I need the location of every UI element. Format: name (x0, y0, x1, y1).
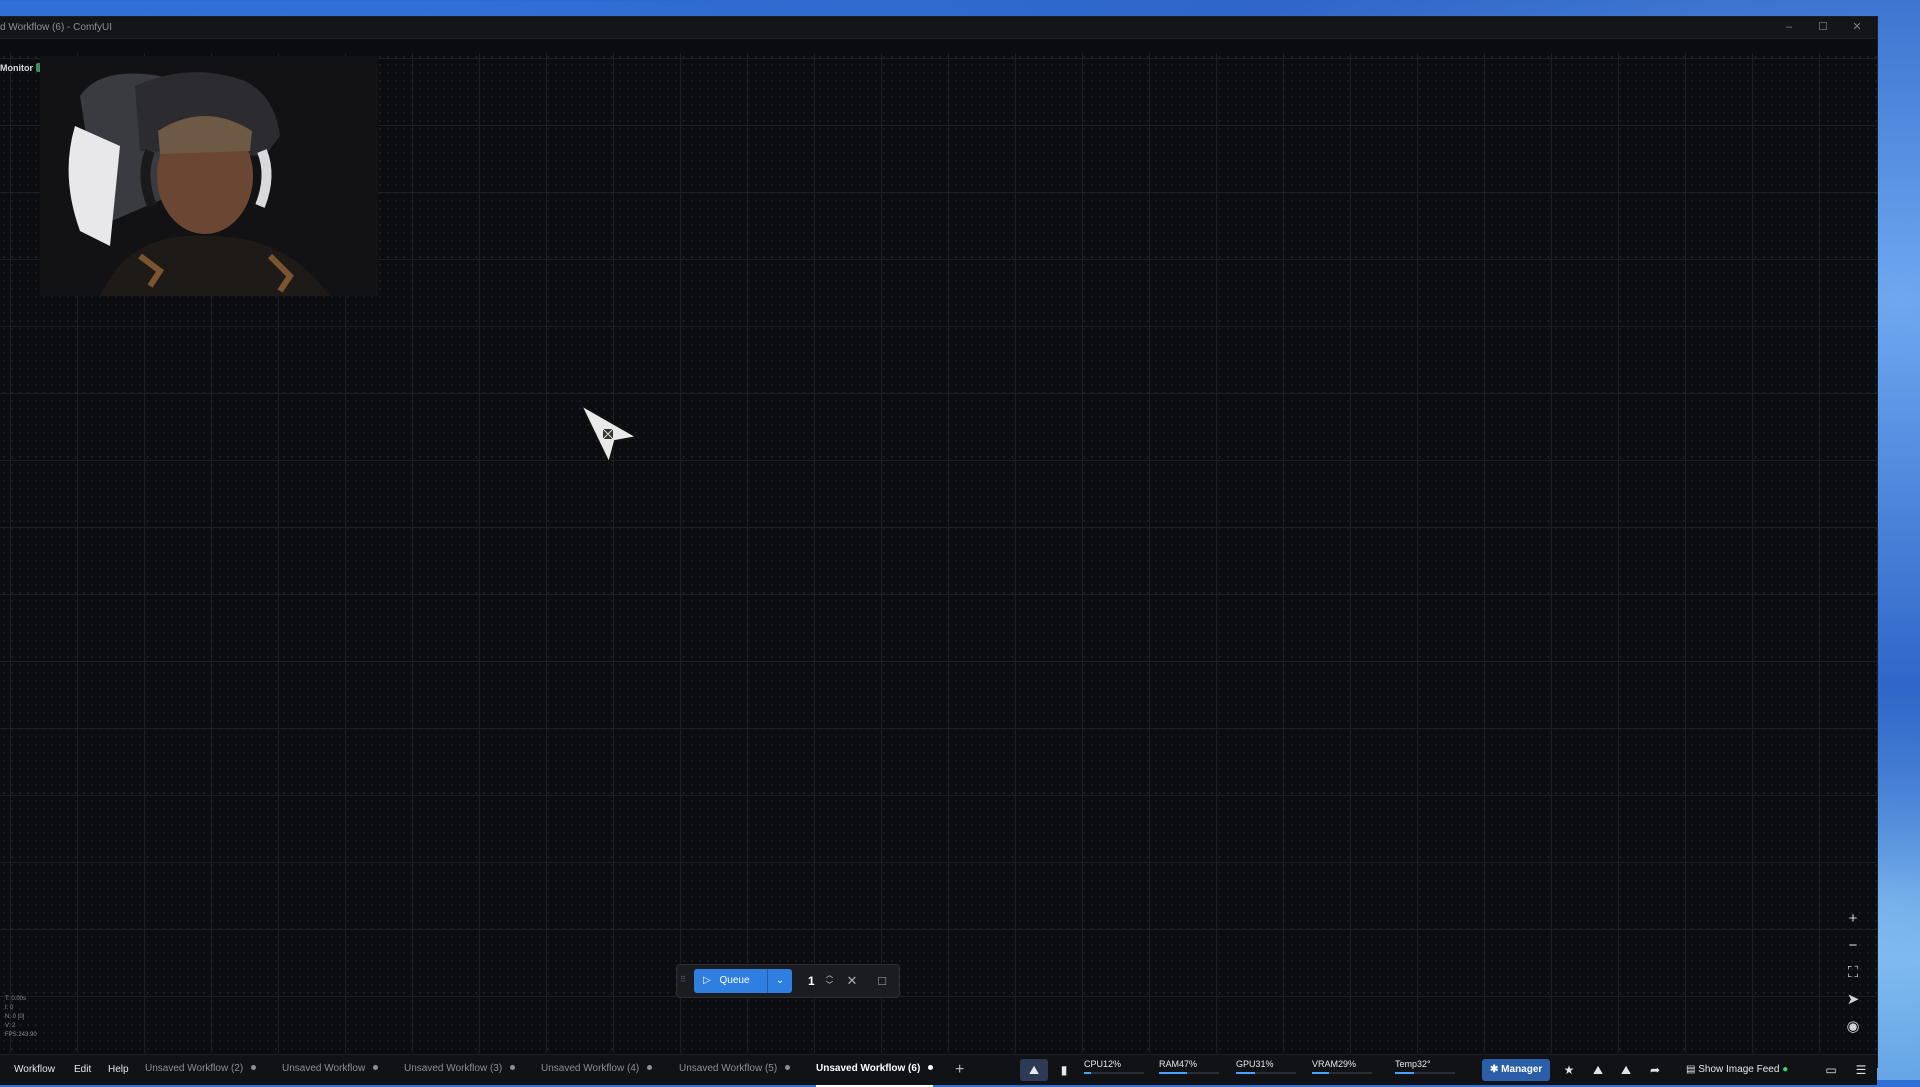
tab-label: Unsaved Workflow (3) (404, 1063, 503, 1074)
show-image-feed-toggle[interactable]: ▤ Show Image Feed ● (1686, 1059, 1788, 1081)
batch-count-input[interactable]: 1 ︿ ﹀ (800, 969, 835, 993)
monitor-label: Monitor (0, 63, 33, 73)
tab-unsaved-workflow-6[interactable]: Unsaved Workflow (6) (816, 1055, 934, 1087)
mouse-cursor-icon (577, 401, 643, 472)
show-image-feed-label: Show Image Feed (1698, 1064, 1780, 1075)
drag-handle-icon[interactable]: ⠿ (680, 975, 686, 984)
tab-unsaved-workflow-4[interactable]: Unsaved Workflow (4) (541, 1055, 653, 1085)
model-alt-icon[interactable]: ⛰ (1614, 1059, 1638, 1081)
vram-metric: VRAM29% (1312, 1059, 1372, 1074)
feed-status-icon: ● (1782, 1064, 1789, 1075)
minimize-button[interactable]: – (1772, 17, 1806, 38)
tab-unsaved-workflow[interactable]: Unsaved Workflow (282, 1055, 379, 1085)
bookmark-icon[interactable]: ▮ (1050, 1059, 1078, 1081)
maximize-button[interactable]: ☐ (1806, 17, 1840, 38)
tab-label: Unsaved Workflow (4) (541, 1063, 640, 1074)
cancel-icon[interactable]: ✕ (841, 969, 863, 993)
tab-label: Unsaved Workflow (282, 1063, 366, 1074)
monitor-logo-icon[interactable]: ⛰ (1020, 1059, 1048, 1081)
webcam-overlay (40, 56, 378, 296)
play-icon: ▷ (703, 975, 711, 986)
decrement-icon[interactable]: ﹀ (826, 981, 833, 991)
unsaved-dot-icon (251, 1065, 257, 1070)
tab-label: Unsaved Workflow (5) (679, 1063, 778, 1074)
menu-edit[interactable]: Edit (74, 1055, 91, 1085)
tab-label: Unsaved Workflow (2) (145, 1063, 244, 1074)
stat-time: T: 0.00s (5, 996, 27, 1002)
stat-i: I: 0 (5, 1005, 14, 1011)
new-tab-plus-icon[interactable]: + (955, 1055, 964, 1085)
stop-icon[interactable]: □ (871, 969, 893, 993)
window-title: d Workflow (6) - ComfyUI (0, 22, 113, 33)
share-icon[interactable]: ➦ (1643, 1059, 1667, 1081)
temp-fill (1395, 1072, 1415, 1074)
manager-label: Manager (1501, 1064, 1543, 1075)
vram-fill (1312, 1072, 1330, 1074)
tab-unsaved-workflow-2[interactable]: Unsaved Workflow (2) (145, 1055, 257, 1085)
queue-dropdown-button[interactable]: ⌄ (767, 969, 792, 993)
unsaved-dot-icon (510, 1065, 516, 1070)
star-icon[interactable]: ★ (1557, 1059, 1581, 1081)
comfyui-window: d Workflow (6) - ComfyUI – ☐ ✕ Monitor T… (0, 17, 1877, 1087)
canvas-stats: T: 0.00s I: 0 N: 0 [0] V: 2 FPS:243.90 (5, 995, 37, 1040)
ram-fill (1159, 1072, 1188, 1074)
webcam-person-image (40, 56, 378, 296)
cpu-label: CPU12% (1084, 1059, 1122, 1069)
menu-workflow[interactable]: Workflow (14, 1055, 55, 1085)
stat-fps: FPS:243.90 (5, 1032, 37, 1038)
unsaved-dot-icon (647, 1065, 653, 1070)
tab-unsaved-workflow-5[interactable]: Unsaved Workflow (5) (679, 1055, 791, 1085)
stat-v: V: 2 (5, 1023, 16, 1029)
unsaved-dot-icon (373, 1065, 379, 1070)
title-bar: d Workflow (6) - ComfyUI – ☐ ✕ (0, 17, 1877, 39)
stat-n: N: 0 [0] (5, 1014, 25, 1020)
vram-label: VRAM29% (1312, 1059, 1357, 1069)
stepper-arrows[interactable]: ︿ ﹀ (826, 971, 833, 991)
cpu-metric: CPU12% (1084, 1059, 1144, 1074)
cpu-fill (1084, 1072, 1092, 1074)
model-icon[interactable]: ⛰ (1586, 1059, 1610, 1081)
chevron-down-icon: ⌄ (775, 975, 785, 986)
temp-label: Temp32° (1395, 1059, 1431, 1069)
tab-unsaved-workflow-3[interactable]: Unsaved Workflow (3) (404, 1055, 516, 1085)
queue-toolbar: ⠿ ▷ Queue ⌄ 1 ︿ ﹀ ✕ □ (676, 964, 900, 998)
canvas-controls: + − ⛶ ➤ ◉ (1838, 905, 1868, 1040)
monitor-toggle[interactable]: Monitor (0, 63, 45, 73)
fit-view-icon[interactable]: ⛶ (1838, 959, 1868, 986)
batch-count-value: 1 (808, 974, 815, 988)
queue-label: Queue (719, 975, 750, 986)
toggle-link-icon[interactable]: ➤ (1838, 986, 1868, 1013)
bottom-bar: Workflow Edit Help Unsaved Workflow (2) … (0, 1054, 1877, 1087)
tab-label: Unsaved Workflow (6) (816, 1063, 921, 1074)
unsaved-dot-icon (928, 1065, 934, 1070)
panel-toggle-icon[interactable]: ▭ (1819, 1059, 1843, 1081)
ram-label: RAM47% (1159, 1059, 1198, 1069)
manager-button[interactable]: ✱ Manager (1482, 1059, 1551, 1081)
zoom-in-icon[interactable]: + (1838, 905, 1868, 932)
hamburger-menu-icon[interactable]: ☰ (1849, 1059, 1873, 1081)
close-button[interactable]: ✕ (1840, 17, 1874, 38)
queue-button[interactable]: ▷ Queue (694, 969, 767, 993)
gpu-metric: GPU31% (1236, 1059, 1296, 1074)
visibility-icon[interactable]: ◉ (1838, 1013, 1868, 1040)
ram-metric: RAM47% (1159, 1059, 1219, 1074)
unsaved-dot-icon (785, 1065, 791, 1070)
temp-metric: Temp32° (1395, 1059, 1455, 1074)
zoom-out-icon[interactable]: − (1838, 932, 1868, 959)
increment-icon[interactable]: ︿ (826, 971, 833, 981)
gpu-label: GPU31% (1236, 1059, 1274, 1069)
menu-help[interactable]: Help (108, 1055, 129, 1085)
gpu-fill (1236, 1072, 1255, 1074)
